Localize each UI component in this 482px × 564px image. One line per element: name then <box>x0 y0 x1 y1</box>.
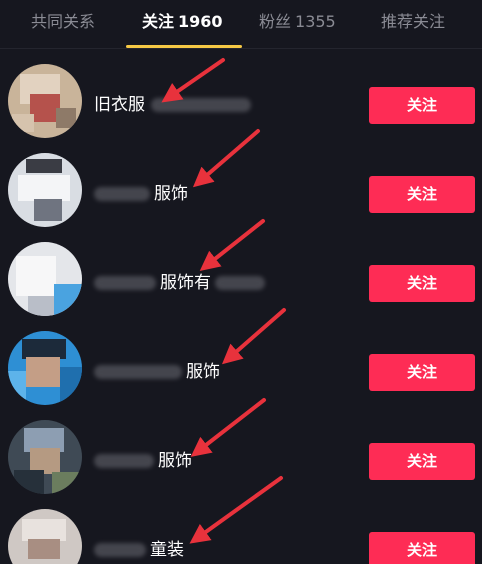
follow-button[interactable]: 关注 <box>369 532 475 564</box>
following-list-screen: 共同关系 关注 1960 粉丝 1355 推荐关注 旧衣服 关注 服饰 关注 服… <box>0 0 482 564</box>
tab-following-label: 关注 <box>142 12 175 31</box>
list-item[interactable]: 服饰 关注 <box>0 322 482 411</box>
tab-active-indicator <box>126 45 242 48</box>
redacted-text <box>94 454 154 468</box>
avatar[interactable] <box>8 64 82 138</box>
tab-fans-count: 1355 <box>295 12 336 31</box>
user-name-text: 服饰有 <box>160 273 211 293</box>
avatar[interactable] <box>8 420 82 494</box>
tab-fans[interactable]: 粉丝 1355 <box>259 0 336 46</box>
user-name-text: 童装 <box>150 540 184 560</box>
list-item[interactable]: 服饰有 关注 <box>0 233 482 322</box>
tab-following-count: 1960 <box>178 12 223 31</box>
user-name: 服饰 <box>94 358 220 386</box>
redacted-text <box>94 187 150 201</box>
tab-mutual-label: 共同关系 <box>31 12 96 31</box>
user-name-text: 服饰 <box>154 184 188 204</box>
tab-fans-label: 粉丝 <box>259 12 292 31</box>
avatar[interactable] <box>8 242 82 316</box>
avatar[interactable] <box>8 153 82 227</box>
follow-button[interactable]: 关注 <box>369 443 475 480</box>
avatar[interactable] <box>8 509 82 564</box>
user-name: 旧衣服 <box>94 91 251 119</box>
redacted-text <box>151 98 251 112</box>
list-item[interactable]: 童装 关注 <box>0 500 482 564</box>
tab-mutual[interactable]: 共同关系 <box>31 0 95 46</box>
follow-button[interactable]: 关注 <box>369 87 475 124</box>
redacted-text <box>94 543 146 557</box>
follow-button[interactable]: 关注 <box>369 265 475 302</box>
user-name: 服饰 <box>94 447 192 475</box>
user-name-text: 旧衣服 <box>94 95 145 115</box>
tab-bar: 共同关系 关注 1960 粉丝 1355 推荐关注 <box>0 0 482 49</box>
user-name-text: 服饰 <box>186 362 220 382</box>
user-name: 童装 <box>94 536 184 564</box>
user-name: 服饰 <box>94 180 188 208</box>
list-item[interactable]: 服饰 关注 <box>0 411 482 500</box>
redacted-text <box>215 276 265 290</box>
user-name: 服饰有 <box>94 269 265 297</box>
redacted-text <box>94 276 156 290</box>
list-item[interactable]: 旧衣服 关注 <box>0 55 482 144</box>
redacted-text <box>94 365 182 379</box>
follow-button[interactable]: 关注 <box>369 176 475 213</box>
follow-button[interactable]: 关注 <box>369 354 475 391</box>
tab-recommended[interactable]: 推荐关注 <box>381 0 445 46</box>
tab-recommended-label: 推荐关注 <box>381 12 446 31</box>
tab-following[interactable]: 关注 1960 <box>142 0 223 46</box>
user-name-text: 服饰 <box>158 451 192 471</box>
list-item[interactable]: 服饰 关注 <box>0 144 482 233</box>
avatar[interactable] <box>8 331 82 405</box>
